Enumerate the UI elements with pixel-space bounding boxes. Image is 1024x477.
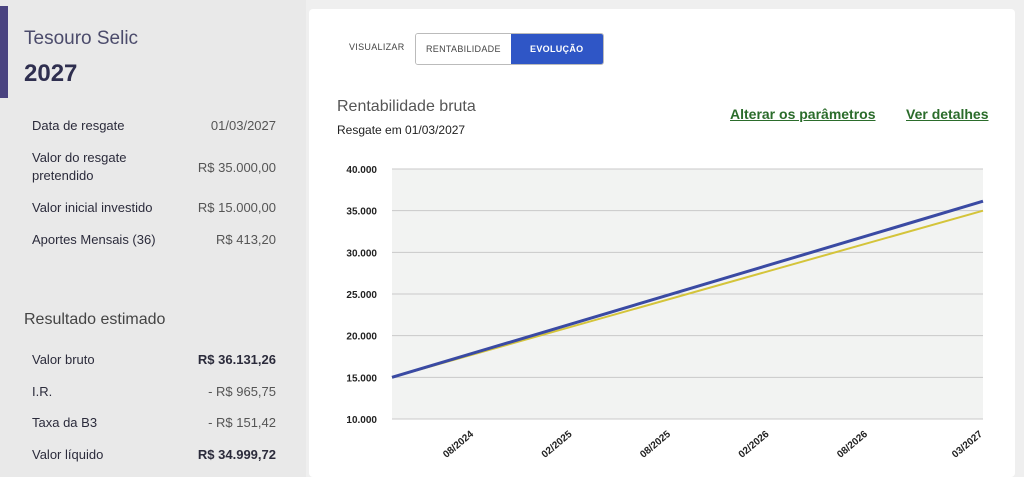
param-label: Valor inicial investido bbox=[32, 200, 153, 215]
result-value: - R$ 151,42 bbox=[208, 415, 276, 430]
x-tick-label: 02/2025 bbox=[540, 429, 575, 461]
param-value: R$ 15.000,00 bbox=[197, 200, 276, 215]
y-tick-label: 35.000 bbox=[346, 207, 377, 218]
param-label: Valor do resgate pretendido bbox=[32, 150, 127, 183]
param-label: Aportes Mensais (36) bbox=[32, 232, 156, 247]
y-tick-label: 30.000 bbox=[346, 248, 377, 259]
summary-panel: Tesouro Selic 2027 Data de resgate 01/03… bbox=[0, 0, 306, 477]
param-value: 01/03/2027 bbox=[210, 118, 276, 133]
result-value: R$ 36.131,26 bbox=[197, 352, 276, 367]
result-section-title: Resultado estimado bbox=[24, 311, 166, 328]
x-tick-label: 08/2024 bbox=[441, 429, 476, 461]
product-year: 2027 bbox=[24, 60, 78, 87]
result-label: Valor bruto bbox=[32, 352, 95, 367]
evolution-chart: 10.000 15.000 20.000 25.000 30.000 35.000 40.0… bbox=[346, 165, 985, 461]
y-tick-label: 20.000 bbox=[346, 332, 377, 343]
product-header: Tesouro Selic 2027 bbox=[0, 6, 306, 98]
y-tick-label: 40.000 bbox=[346, 165, 377, 176]
product-name: Tesouro Selic bbox=[24, 28, 139, 49]
result-label: Taxa da B3 bbox=[32, 415, 98, 430]
y-tick-label: 10.000 bbox=[346, 415, 377, 426]
param-value: R$ 413,20 bbox=[216, 232, 276, 247]
x-tick-label: 03/2027 bbox=[950, 429, 985, 461]
y-tick-label: 25.000 bbox=[346, 290, 377, 301]
x-tick-label: 08/2025 bbox=[638, 429, 673, 461]
param-row-target-value: Valor do resgate pretendido R$ 35.000,00 bbox=[32, 149, 276, 185]
y-tick-label: 15.000 bbox=[346, 373, 377, 384]
result-label: I.R. bbox=[32, 384, 53, 399]
chart-card: VISUALIZAR RENTABILIDADE EVOLUÇÃO Rentab… bbox=[309, 9, 1015, 477]
param-value: R$ 35.000,00 bbox=[197, 160, 276, 175]
result-value: - R$ 965,75 bbox=[208, 384, 276, 399]
x-tick-label: 02/2026 bbox=[737, 429, 772, 461]
result-value: R$ 34.999,72 bbox=[197, 447, 276, 462]
param-label: Data de resgate bbox=[32, 118, 125, 133]
result-label: Valor líquido bbox=[32, 447, 104, 462]
x-tick-label: 08/2026 bbox=[835, 429, 870, 461]
